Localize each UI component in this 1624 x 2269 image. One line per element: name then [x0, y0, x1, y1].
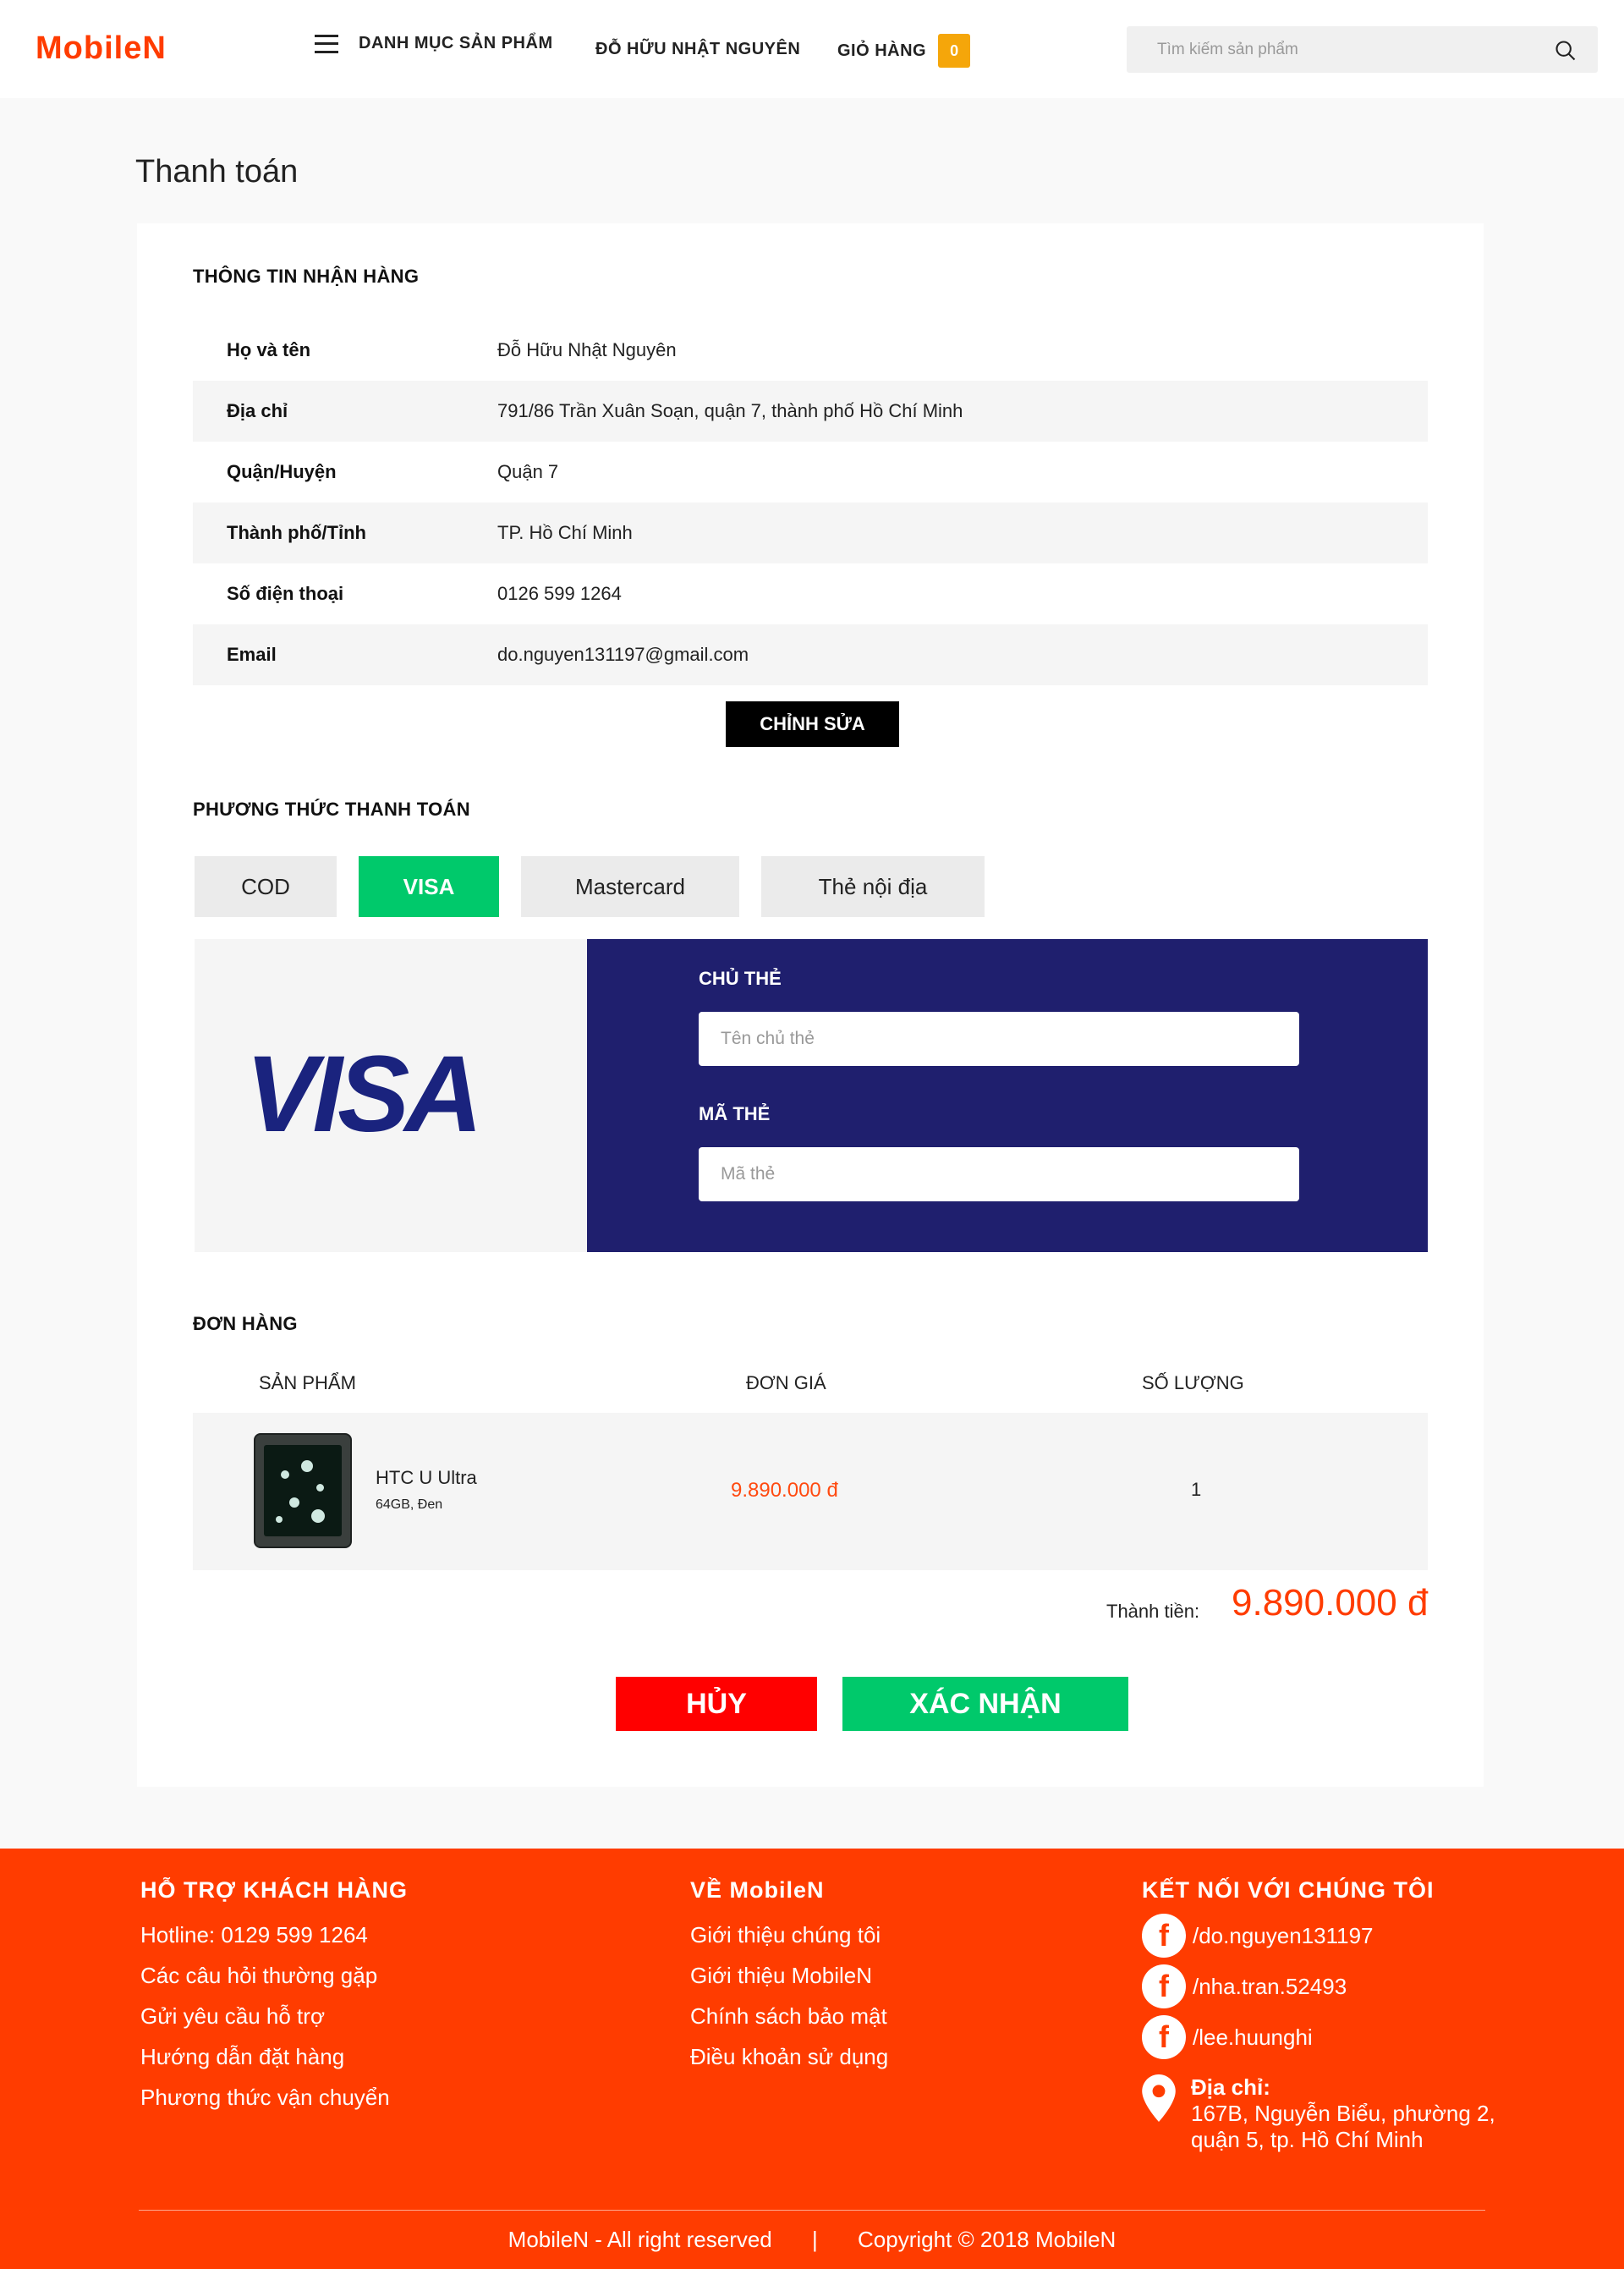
- cardholder-input[interactable]: [699, 1012, 1299, 1066]
- payment-tab-visa[interactable]: VISA: [359, 856, 499, 917]
- info-label: Thành phố/Tỉnh: [227, 522, 366, 543]
- payment-method-title: PHƯƠNG THỨC THANH TOÁN: [193, 799, 470, 820]
- site-header: MobileN DANH MỤC SẢN PHẨM ĐỖ HỮU NHẬT NG…: [0, 0, 1624, 98]
- facebook-handle: /nha.tran.52493: [1193, 1973, 1347, 1999]
- footer-support-title: HỖ TRỢ KHÁCH HÀNG: [140, 1877, 409, 1903]
- footer-separator: |: [812, 2227, 818, 2252]
- footer-copyright: Copyright © 2018 MobileN: [858, 2227, 1116, 2252]
- checkout-card: THÔNG TIN NHẬN HÀNG Họ và tên Đỗ Hữu Nhậ…: [137, 223, 1484, 1787]
- visa-form: CHỦ THẺ MÃ THẺ: [587, 939, 1428, 1252]
- visa-payment-panel: VISA CHỦ THẺ MÃ THẺ: [195, 939, 1428, 1252]
- info-row-district: Quận/Huyện Quận 7: [193, 442, 1428, 503]
- page-title: Thanh toán: [135, 154, 299, 190]
- footer-link-terms[interactable]: Điều khoản sử dụng: [690, 2044, 888, 2085]
- cart-link[interactable]: GIỎ HÀNG 0: [837, 34, 971, 68]
- footer-rights: MobileN - All right reserved: [508, 2227, 772, 2252]
- footer-link-support-request[interactable]: Gửi yêu cầu hỗ trợ: [140, 2003, 408, 2044]
- total-label: Thành tiền:: [1106, 1601, 1200, 1622]
- facebook-link-2[interactable]: f /nha.tran.52493: [1142, 1961, 1495, 2012]
- product-variant: 64GB, Đen: [376, 1497, 443, 1512]
- payment-tab-cod[interactable]: COD: [195, 856, 337, 917]
- product-quantity: 1: [1191, 1479, 1202, 1500]
- footer-link-order-guide[interactable]: Hướng dẫn đặt hàng: [140, 2044, 408, 2085]
- product-unit-price: 9.890.000 đ: [731, 1479, 838, 1502]
- info-label: Số điện thoại: [227, 583, 344, 604]
- order-col-quantity: SỐ LƯỢNG: [1142, 1372, 1244, 1393]
- payment-tabs: COD VISA Mastercard Thẻ nội địa: [195, 856, 1007, 917]
- footer-connect-column: KẾT NỐI VỚI CHÚNG TÔI f /do.nguyen131197…: [1142, 1877, 1495, 2153]
- cart-label: GIỎ HÀNG: [837, 41, 927, 60]
- facebook-handle: /do.nguyen131197: [1193, 1922, 1374, 1948]
- footer-link-privacy[interactable]: Chính sách bảo mật: [690, 2003, 888, 2044]
- info-value: TP. Hồ Chí Minh: [497, 522, 633, 543]
- site-footer: HỖ TRỢ KHÁCH HÀNG Hotline: 0129 599 1264…: [0, 1849, 1624, 2269]
- facebook-icon: f: [1142, 2015, 1186, 2059]
- facebook-handle: /lee.huunghi: [1193, 2024, 1313, 2050]
- user-account-link[interactable]: ĐỖ HỮU NHẬT NGUYÊN: [595, 40, 800, 59]
- footer-divider: [139, 2210, 1485, 2211]
- search-bar: [1127, 26, 1598, 73]
- info-row-phone: Số điện thoại 0126 599 1264: [193, 563, 1428, 624]
- address-line-1: 167B, Nguyễn Biểu, phường 2,: [1191, 2101, 1495, 2126]
- product-name[interactable]: HTC U Ultra: [376, 1467, 477, 1489]
- footer-connect-title: KẾT NỐI VỚI CHÚNG TÔI: [1142, 1877, 1435, 1903]
- payment-tab-domestic[interactable]: Thẻ nội địa: [761, 856, 985, 917]
- facebook-link-1[interactable]: f /do.nguyen131197: [1142, 1910, 1495, 1961]
- cardholder-label: CHỦ THẺ: [699, 968, 782, 989]
- address-line-2: quận 5, tp. Hồ Chí Minh: [1191, 2127, 1424, 2152]
- cart-count-badge: 0: [938, 34, 971, 68]
- info-row-address: Địa chỉ 791/86 Trần Xuân Soạn, quận 7, t…: [193, 381, 1428, 442]
- order-col-price: ĐƠN GIÁ: [746, 1372, 826, 1393]
- info-label: Quận/Huyện: [227, 461, 337, 482]
- info-value: 0126 599 1264: [497, 583, 622, 604]
- footer-link-faq[interactable]: Các câu hỏi thường gặp: [140, 1963, 408, 2003]
- info-value: Quận 7: [497, 461, 559, 482]
- visa-logo: VISA: [245, 1034, 483, 1155]
- shipping-info-title: THÔNG TIN NHẬN HÀNG: [193, 266, 420, 287]
- footer-link-about-us[interactable]: Giới thiệu chúng tôi: [690, 1922, 888, 1963]
- footer-link-hotline[interactable]: Hotline: 0129 599 1264: [140, 1922, 408, 1963]
- footer-bottom: MobileN - All right reserved | Copyright…: [0, 2227, 1624, 2253]
- facebook-icon: f: [1142, 1964, 1186, 2008]
- order-title: ĐƠN HÀNG: [193, 1313, 298, 1334]
- footer-link-shipping[interactable]: Phương thức vận chuyển: [140, 2085, 408, 2125]
- hamburger-icon: [315, 34, 338, 53]
- info-row-email: Email do.nguyen131197@gmail.com: [193, 624, 1428, 685]
- footer-about-column: VỀ MobileN Giới thiệu chúng tôi Giới thi…: [690, 1877, 888, 2085]
- info-value: Đỗ Hữu Nhật Nguyên: [497, 339, 677, 360]
- footer-support-column: HỖ TRỢ KHÁCH HÀNG Hotline: 0129 599 1264…: [140, 1877, 408, 2125]
- facebook-icon: f: [1142, 1914, 1186, 1958]
- info-row-city: Thành phố/Tỉnh TP. Hồ Chí Minh: [193, 503, 1428, 563]
- confirm-button[interactable]: XÁC NHẬN: [842, 1677, 1128, 1731]
- footer-about-title: VỀ MobileN: [690, 1877, 825, 1903]
- location-pin-icon: [1142, 2074, 1176, 2122]
- shipping-info-table: Họ và tên Đỗ Hữu Nhật Nguyên Địa chỉ 791…: [193, 320, 1428, 685]
- site-logo[interactable]: MobileN: [36, 30, 167, 67]
- category-menu[interactable]: DANH MỤC SẢN PHẨM: [315, 34, 553, 53]
- facebook-link-3[interactable]: f /lee.huunghi: [1142, 2012, 1495, 2063]
- info-row-name: Họ và tên Đỗ Hữu Nhật Nguyên: [193, 320, 1428, 381]
- edit-shipping-button[interactable]: CHỈNH SỬA: [726, 701, 899, 747]
- info-label: Họ và tên: [227, 339, 311, 360]
- category-menu-label: DANH MỤC SẢN PHẨM: [359, 34, 553, 52]
- card-number-input[interactable]: [699, 1147, 1299, 1201]
- cancel-button[interactable]: HỦY: [616, 1677, 817, 1731]
- payment-tab-mastercard[interactable]: Mastercard: [521, 856, 739, 917]
- footer-address: Địa chỉ: 167B, Nguyễn Biểu, phường 2, qu…: [1142, 2074, 1495, 2153]
- footer-link-about-mobilen[interactable]: Giới thiệu MobileN: [690, 1963, 888, 2003]
- info-value: 791/86 Trần Xuân Soạn, quận 7, thành phố…: [497, 400, 963, 421]
- search-input[interactable]: [1127, 26, 1533, 73]
- info-label: Email: [227, 644, 277, 665]
- card-number-label: MÃ THẺ: [699, 1103, 771, 1124]
- address-label: Địa chỉ:: [1191, 2074, 1270, 2100]
- total-value: 9.890.000 đ: [1232, 1582, 1429, 1623]
- order-item-row: HTC U Ultra 64GB, Đen 9.890.000 đ 1: [193, 1413, 1428, 1570]
- product-image: [254, 1433, 352, 1548]
- info-label: Địa chỉ: [227, 400, 288, 421]
- info-value: do.nguyen131197@gmail.com: [497, 644, 749, 665]
- search-icon[interactable]: [1554, 39, 1577, 63]
- order-col-product: SẢN PHẨM: [259, 1372, 356, 1393]
- visa-logo-area: VISA: [195, 939, 587, 1252]
